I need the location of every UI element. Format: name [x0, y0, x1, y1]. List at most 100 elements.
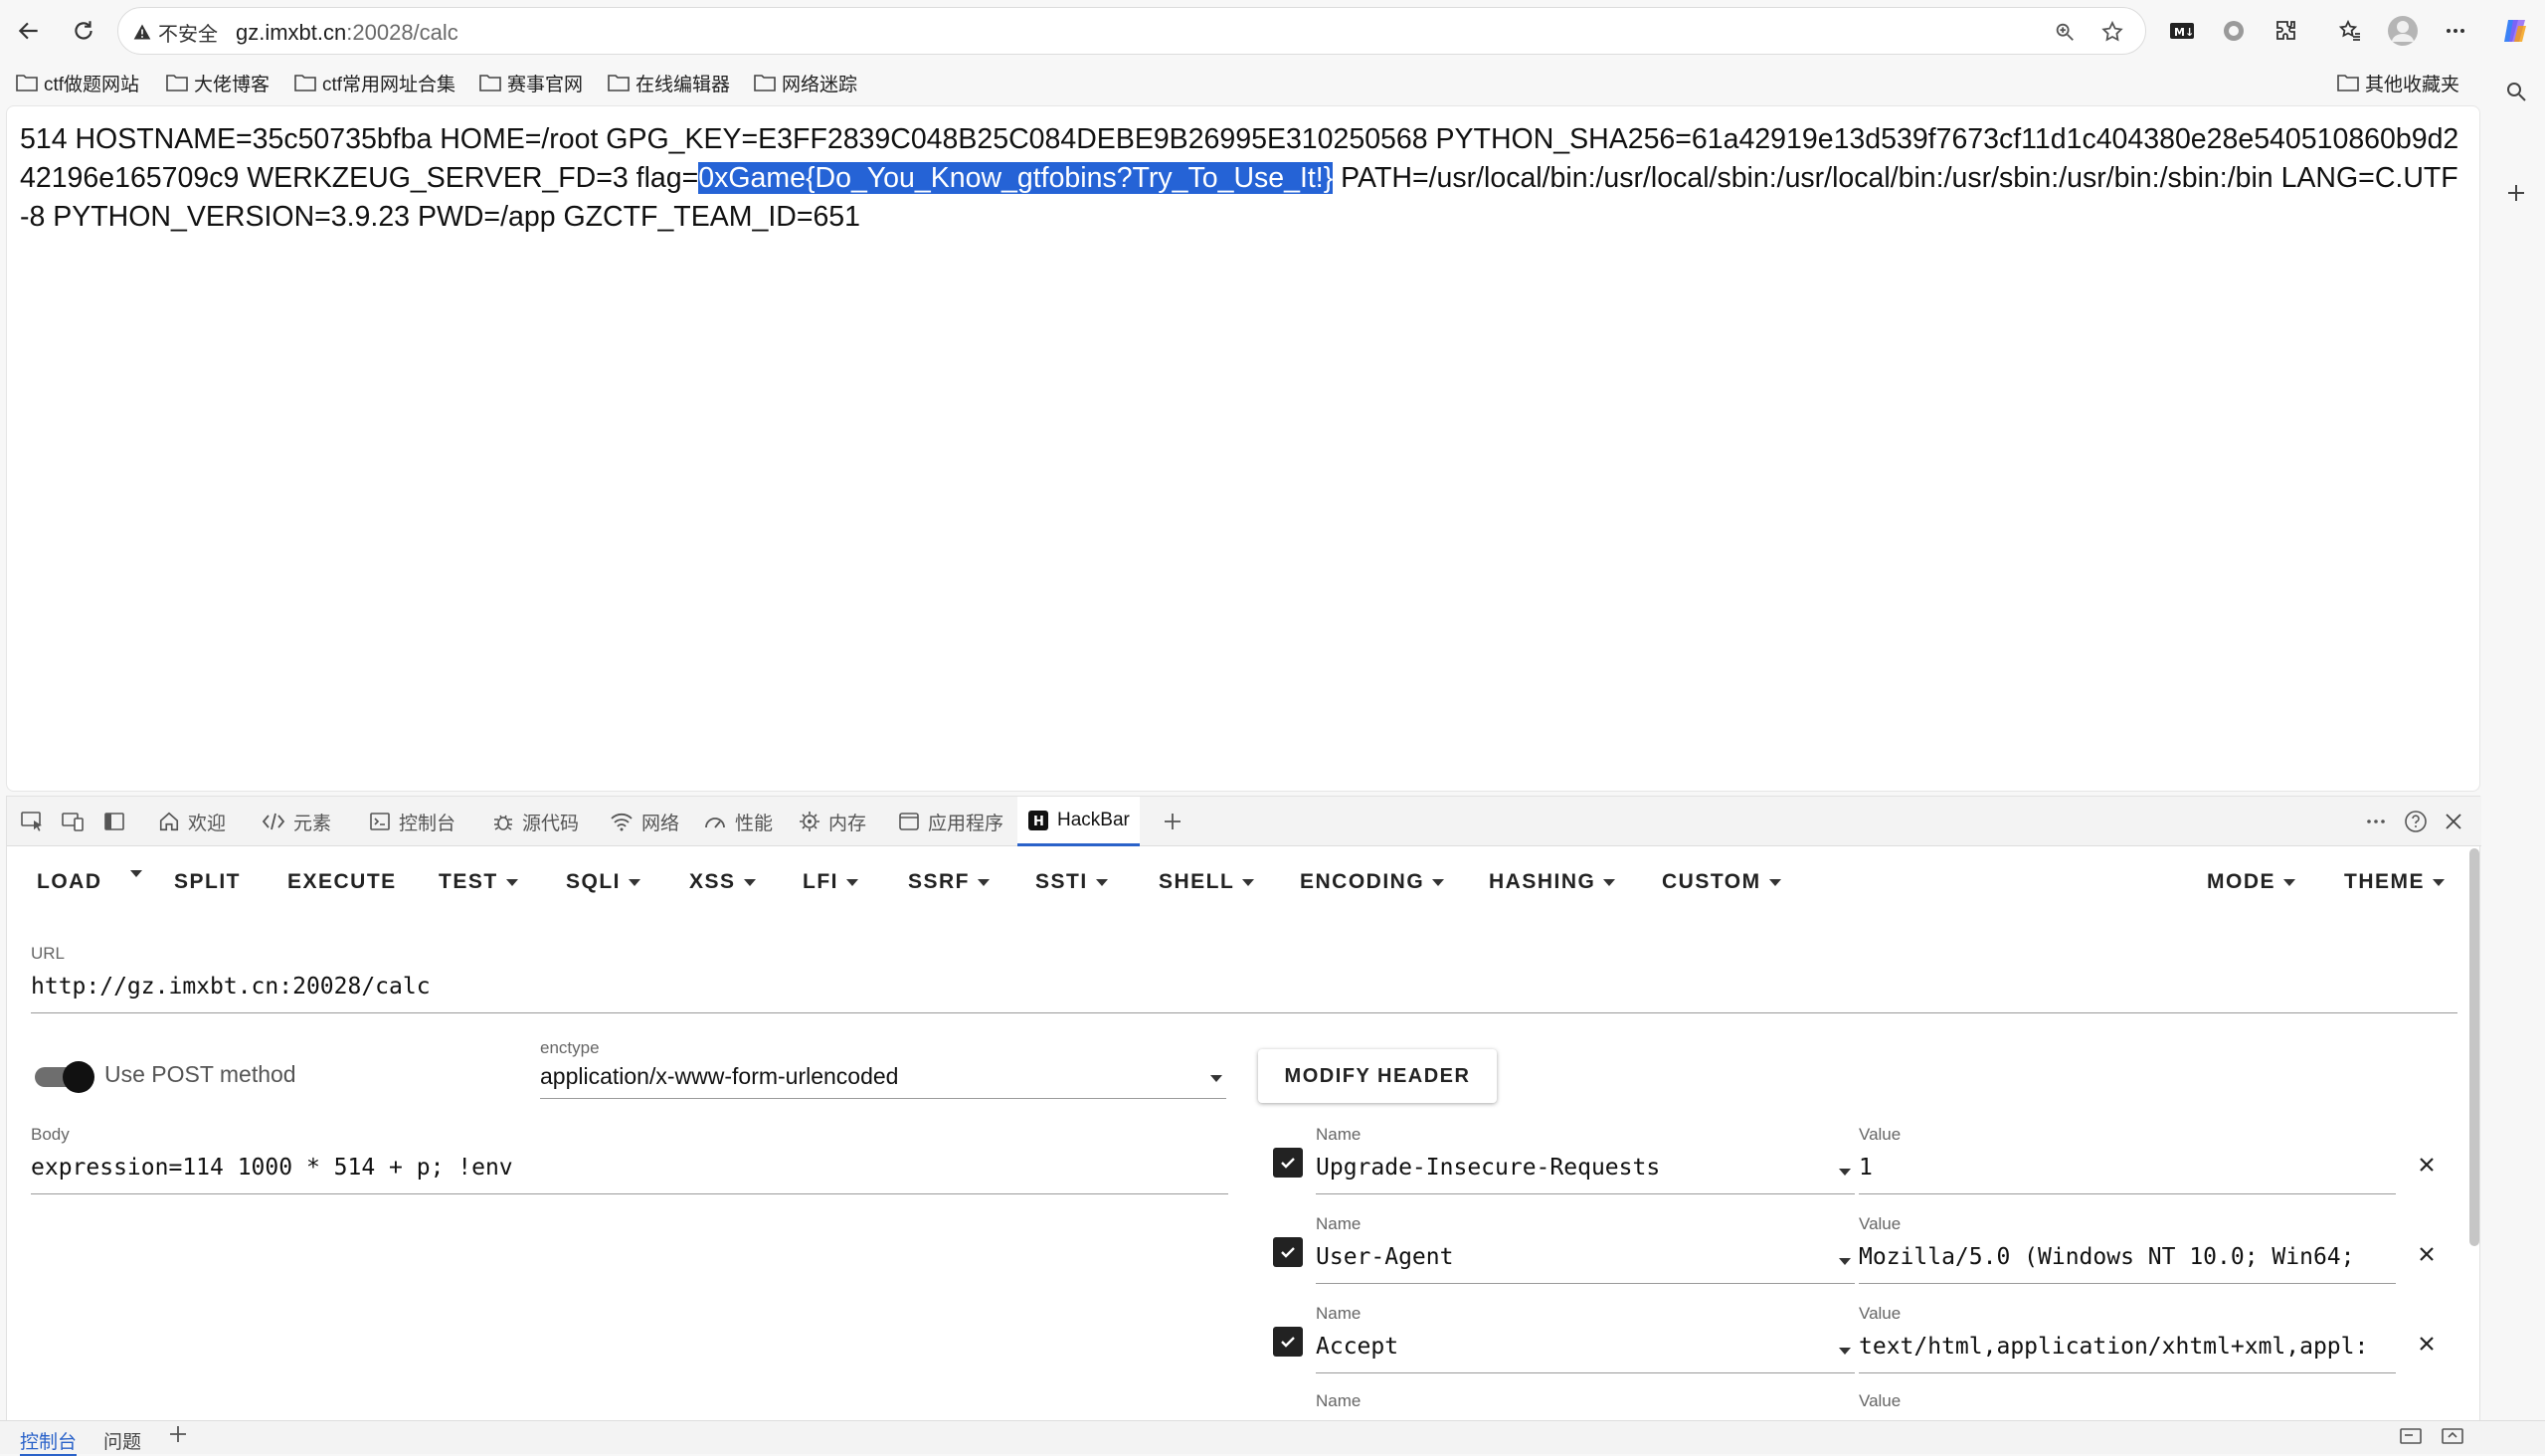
post-method-toggle[interactable]	[35, 1059, 94, 1093]
remove-header-icon[interactable]	[2412, 1329, 2442, 1359]
bug-icon	[494, 815, 512, 830]
menu-label: EXECUTE	[287, 870, 397, 893]
inspect-element-icon[interactable]	[15, 804, 51, 839]
extensions-puzzle-icon[interactable]	[2268, 12, 2305, 50]
header-name-label: Name	[1316, 1304, 1362, 1323]
reload-button[interactable]	[65, 12, 102, 50]
url-input[interactable]: http://gz.imxbt.cn:20028/calc	[31, 974, 2457, 1013]
post-method-label: Use POST method	[104, 1061, 296, 1087]
load-button[interactable]: LOAD	[37, 870, 102, 894]
sidebar-add-icon[interactable]	[2498, 175, 2534, 211]
folder-icon	[479, 75, 501, 91]
tab-elements[interactable]: 元素	[262, 797, 331, 846]
dock-side-icon[interactable]	[96, 804, 132, 839]
profile-avatar[interactable]	[2384, 12, 2422, 50]
devtools-scrollbar[interactable]	[2469, 848, 2479, 1246]
header-name-label: Name	[1316, 1214, 1362, 1233]
tab-memory[interactable]: 内存	[799, 797, 866, 846]
header-name-label: Name	[1316, 1125, 1362, 1144]
header-value-input[interactable]: 1	[1859, 1155, 2396, 1194]
warning-icon	[133, 24, 151, 40]
sidebar-search-icon[interactable]	[2498, 74, 2534, 109]
caret-down-icon	[1768, 878, 1781, 886]
close-devtools-icon[interactable]	[2436, 804, 2471, 839]
load-dropdown-toggle[interactable]	[130, 870, 142, 877]
zoom-icon[interactable]	[2050, 17, 2080, 47]
hashing-menu[interactable]: HASHING	[1489, 870, 1616, 894]
folder-icon	[608, 75, 630, 91]
drawer-tab-issues[interactable]: 问题	[103, 1427, 141, 1454]
other-bookmarks-folder[interactable]: 其他收藏夹	[2337, 68, 2459, 97]
remove-header-icon[interactable]	[2412, 1150, 2442, 1180]
shell-menu[interactable]: SHELL	[1159, 870, 1255, 894]
body-input[interactable]: expression=114 1000 * 514 + p; !env	[31, 1155, 1228, 1194]
record-extension-icon[interactable]	[2215, 12, 2253, 50]
remove-header-icon[interactable]	[2412, 1239, 2442, 1269]
ssti-menu[interactable]: SSTI	[1035, 870, 1108, 894]
device-emulation-icon[interactable]	[55, 804, 91, 839]
favorite-star-icon[interactable]	[2097, 17, 2127, 47]
mode-menu[interactable]: MODE	[2207, 870, 2295, 894]
devtools-more-icon[interactable]	[2358, 804, 2394, 839]
execute-button[interactable]: EXECUTE	[287, 870, 397, 894]
help-icon[interactable]	[2398, 804, 2434, 839]
more-menu-icon[interactable]	[2437, 12, 2474, 50]
header-enabled-checkbox[interactable]	[1273, 1237, 1303, 1267]
markdown-extension-icon[interactable]: M↓	[2163, 12, 2201, 50]
tab-application[interactable]: 应用程序	[898, 797, 1003, 846]
address-url[interactable]: gz.imxbt.cn:20028/calc	[236, 20, 458, 46]
copilot-icon[interactable]	[2496, 12, 2534, 50]
tab-hackbar[interactable]: H HackBar	[1017, 797, 1140, 846]
header-name-value: Upgrade-Insecure-Requests	[1316, 1155, 1661, 1181]
console-icon	[370, 813, 390, 830]
header-name-select[interactable]: User-Agent	[1316, 1244, 1855, 1284]
split-button[interactable]: SPLIT	[174, 870, 241, 894]
bookmark-folder[interactable]: 网络迷踪	[754, 68, 857, 97]
sqli-menu[interactable]: SQLI	[566, 870, 641, 894]
theme-menu[interactable]: THEME	[2344, 870, 2445, 894]
tab-sources[interactable]: 源代码	[492, 797, 579, 846]
bookmark-label: ctf常用网址合集	[322, 74, 456, 95]
xss-menu[interactable]: XSS	[689, 870, 756, 894]
drawer-tab-console[interactable]: 控制台	[20, 1427, 78, 1456]
ssrf-menu[interactable]: SSRF	[908, 870, 991, 894]
tab-console[interactable]: 控制台	[369, 797, 455, 846]
flag-selection[interactable]: 0xGame{Do_You_Know_gtfobins?Try_To_Use_I…	[698, 162, 1334, 194]
encoding-menu[interactable]: ENCODING	[1300, 870, 1445, 894]
tab-network[interactable]: 网络	[610, 797, 679, 846]
bookmark-folder[interactable]: ctf做题网站	[16, 68, 139, 97]
drawer-undock-icon[interactable]	[2399, 1425, 2423, 1453]
tab-performance[interactable]: 性能	[703, 797, 773, 846]
folder-icon	[294, 75, 316, 91]
bookmark-folder[interactable]: ctf常用网址合集	[294, 68, 455, 97]
header-value-label: Value	[1859, 1391, 1902, 1410]
header-enabled-checkbox[interactable]	[1273, 1327, 1303, 1357]
bookmark-folder[interactable]: 在线编辑器	[608, 68, 730, 97]
bookmark-folder[interactable]: 大佬博客	[166, 68, 270, 97]
code-tag-icon	[262, 813, 285, 830]
not-secure-indicator[interactable]: 不安全	[132, 19, 218, 46]
header-name-select[interactable]: Accept	[1316, 1334, 1855, 1373]
bookmarks-bar: ctf做题网站 大佬博客 ctf常用网址合集 赛事官网 在线编辑器 网络迷踪 其…	[0, 62, 2486, 103]
bookmark-label: 网络迷踪	[782, 74, 858, 95]
header-value-input[interactable]: text/html,application/xhtml+xml,appl:	[1859, 1334, 2396, 1373]
test-menu[interactable]: TEST	[439, 870, 518, 894]
custom-menu[interactable]: CUSTOM	[1662, 870, 1781, 894]
hackbar-logo-icon: H	[1028, 810, 1048, 830]
lfi-menu[interactable]: LFI	[803, 870, 858, 894]
tab-label: 控制台	[399, 813, 456, 834]
drawer-add-tab-icon[interactable]	[167, 1423, 189, 1451]
back-button[interactable]	[10, 12, 48, 50]
modify-header-button[interactable]: MODIFY HEADER	[1258, 1049, 1497, 1103]
add-tab-icon[interactable]	[1155, 804, 1190, 839]
enctype-select[interactable]: application/x-www-form-urlencoded	[540, 1063, 1226, 1099]
header-enabled-checkbox[interactable]	[1273, 1148, 1303, 1178]
tab-welcome[interactable]: 欢迎	[158, 797, 226, 846]
header-name-select[interactable]: Upgrade-Insecure-Requests	[1316, 1155, 1855, 1194]
drawer-collapse-icon[interactable]	[2441, 1425, 2464, 1453]
header-value-input[interactable]: Mozilla/5.0 (Windows NT 10.0; Win64;	[1859, 1244, 2396, 1284]
address-bar[interactable]: 不安全 gz.imxbt.cn:20028/calc	[117, 7, 2146, 55]
favorites-icon[interactable]	[2331, 12, 2369, 50]
bookmark-folder[interactable]: 赛事官网	[479, 68, 583, 97]
menu-label: SHELL	[1159, 870, 1235, 893]
